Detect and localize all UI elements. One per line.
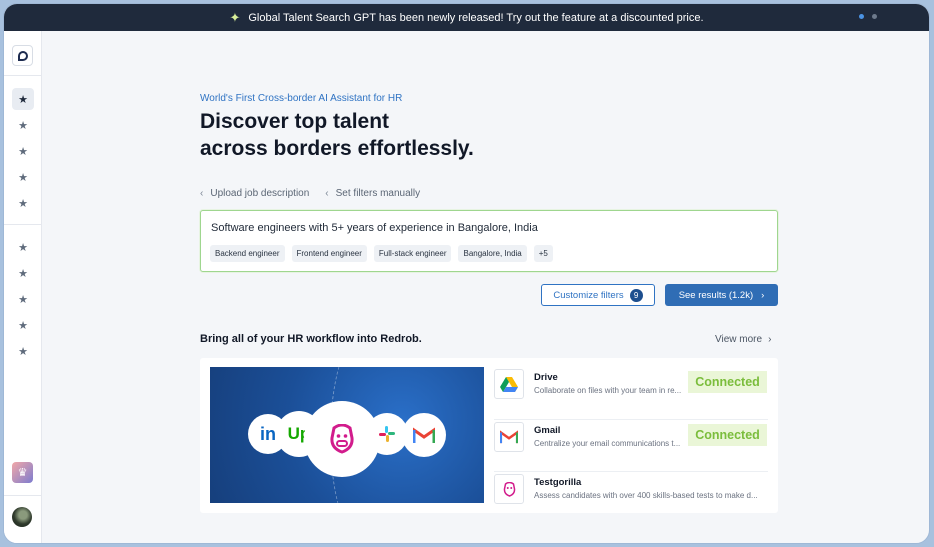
integration-name: Testgorilla — [534, 477, 582, 488]
star-icon[interactable]: ★ — [12, 192, 34, 214]
banner-text: Global Talent Search GPT has been newly … — [248, 11, 704, 24]
chevron-right-icon: › — [768, 334, 772, 345]
star-icon[interactable]: ★ — [12, 114, 34, 136]
filter-chip[interactable]: Full-stack engineer — [373, 245, 452, 262]
redrob-logo[interactable] — [12, 45, 33, 66]
customize-filters-label: Customize filters — [553, 289, 624, 301]
star-icon[interactable]: ★ — [12, 140, 34, 162]
integration-description: Assess candidates with over 400 skills-b… — [534, 491, 758, 500]
filter-chip[interactable]: Bangalore, India — [458, 245, 527, 262]
page-title: Discover top talent across borders effor… — [200, 108, 474, 162]
more-filters-chip[interactable]: +5 — [533, 245, 553, 262]
see-results-label: See results (1.2k) — [678, 289, 754, 301]
connected-status-badge: Connected — [688, 371, 767, 393]
star-icon[interactable]: ★ — [12, 288, 34, 310]
integration-name: Gmail — [534, 425, 561, 436]
gmail-icon — [402, 413, 446, 457]
page-title-line1: Discover top talent — [200, 110, 390, 133]
integrations-title: Bring all of your HR workflow into Redro… — [200, 333, 422, 345]
integration-row-gmail[interactable]: Gmail Centralize your email communicatio… — [494, 419, 768, 469]
sidebar-divider — [4, 495, 42, 496]
main-content: World's First Cross-border AI Assistant … — [42, 31, 929, 543]
gorilla-icon — [330, 424, 354, 454]
star-icon[interactable]: ★ — [12, 262, 34, 284]
banner-dot-active[interactable] — [859, 14, 864, 19]
sidebar-divider — [4, 75, 42, 76]
see-results-button[interactable]: See results (1.2k) › — [665, 284, 778, 306]
view-more-link[interactable]: View more › — [715, 334, 771, 345]
integrations-card: in Up Drive Collaborate on files with yo… — [200, 358, 778, 513]
crown-icon[interactable]: ♛ — [12, 462, 33, 483]
google-drive-icon — [494, 369, 524, 399]
filter-count-badge: 9 — [629, 288, 643, 302]
customize-filters-button[interactable]: Customize filters 9 — [541, 284, 655, 306]
sparkle-icon: ✦ — [229, 9, 241, 25]
filter-chip[interactable]: Frontend engineer — [291, 245, 367, 262]
search-input[interactable]: Software engineers with 5+ years of expe… — [200, 210, 778, 272]
filter-chip[interactable]: Backend engineer — [210, 245, 285, 262]
star-icon[interactable]: ★ — [12, 340, 34, 362]
sidebar-divider — [4, 224, 42, 225]
banner-dot[interactable] — [872, 14, 877, 19]
gmail-icon — [494, 422, 524, 452]
search-query-text[interactable]: Software engineers with 5+ years of expe… — [211, 222, 538, 234]
integration-row-drive[interactable]: Drive Collaborate on files with your tea… — [494, 367, 768, 417]
banner-pagination[interactable] — [859, 14, 877, 19]
input-mode-tabs: ‹ Upload job description ‹ Set filters man… — [200, 188, 420, 199]
page-kicker: World's First Cross-border AI Assistant … — [200, 93, 403, 104]
tab-set-filters-manually[interactable]: ‹ Set filters manually — [325, 188, 420, 199]
page-title-line2: across borders effortlessly. — [200, 137, 474, 160]
connected-status-badge: Connected — [688, 424, 767, 446]
announcement-banner[interactable]: ✦ Global Talent Search GPT has been newl… — [4, 4, 929, 31]
chevron-left-icon: ‹ — [200, 188, 204, 199]
integration-name: Drive — [534, 372, 558, 383]
tab-upload-job-description[interactable]: ‹ Upload job description — [200, 188, 309, 199]
avatar[interactable] — [12, 507, 32, 527]
star-icon[interactable]: ★ — [12, 314, 34, 336]
integrations-hero-image: in Up — [210, 367, 484, 503]
star-icon[interactable]: ★ — [12, 166, 34, 188]
testgorilla-icon — [494, 474, 524, 504]
star-icon[interactable]: ★ — [12, 88, 34, 110]
star-icon[interactable]: ★ — [12, 236, 34, 258]
integration-description: Centralize your email communications t..… — [534, 439, 681, 448]
integration-description: Collaborate on files with your team in r… — [534, 386, 682, 395]
integration-row-testgorilla[interactable]: Testgorilla Assess candidates with over … — [494, 471, 768, 513]
chevron-left-icon: ‹ — [325, 188, 329, 199]
app-window: ✦ Global Talent Search GPT has been newl… — [3, 3, 930, 544]
sidebar: ★ ★ ★ ★ ★ ★ ★ ★ ★ ★ ♛ — [4, 31, 42, 543]
chevron-right-icon: › — [761, 289, 765, 301]
filter-chips: Backend engineer Frontend engineer Full-… — [210, 245, 553, 262]
